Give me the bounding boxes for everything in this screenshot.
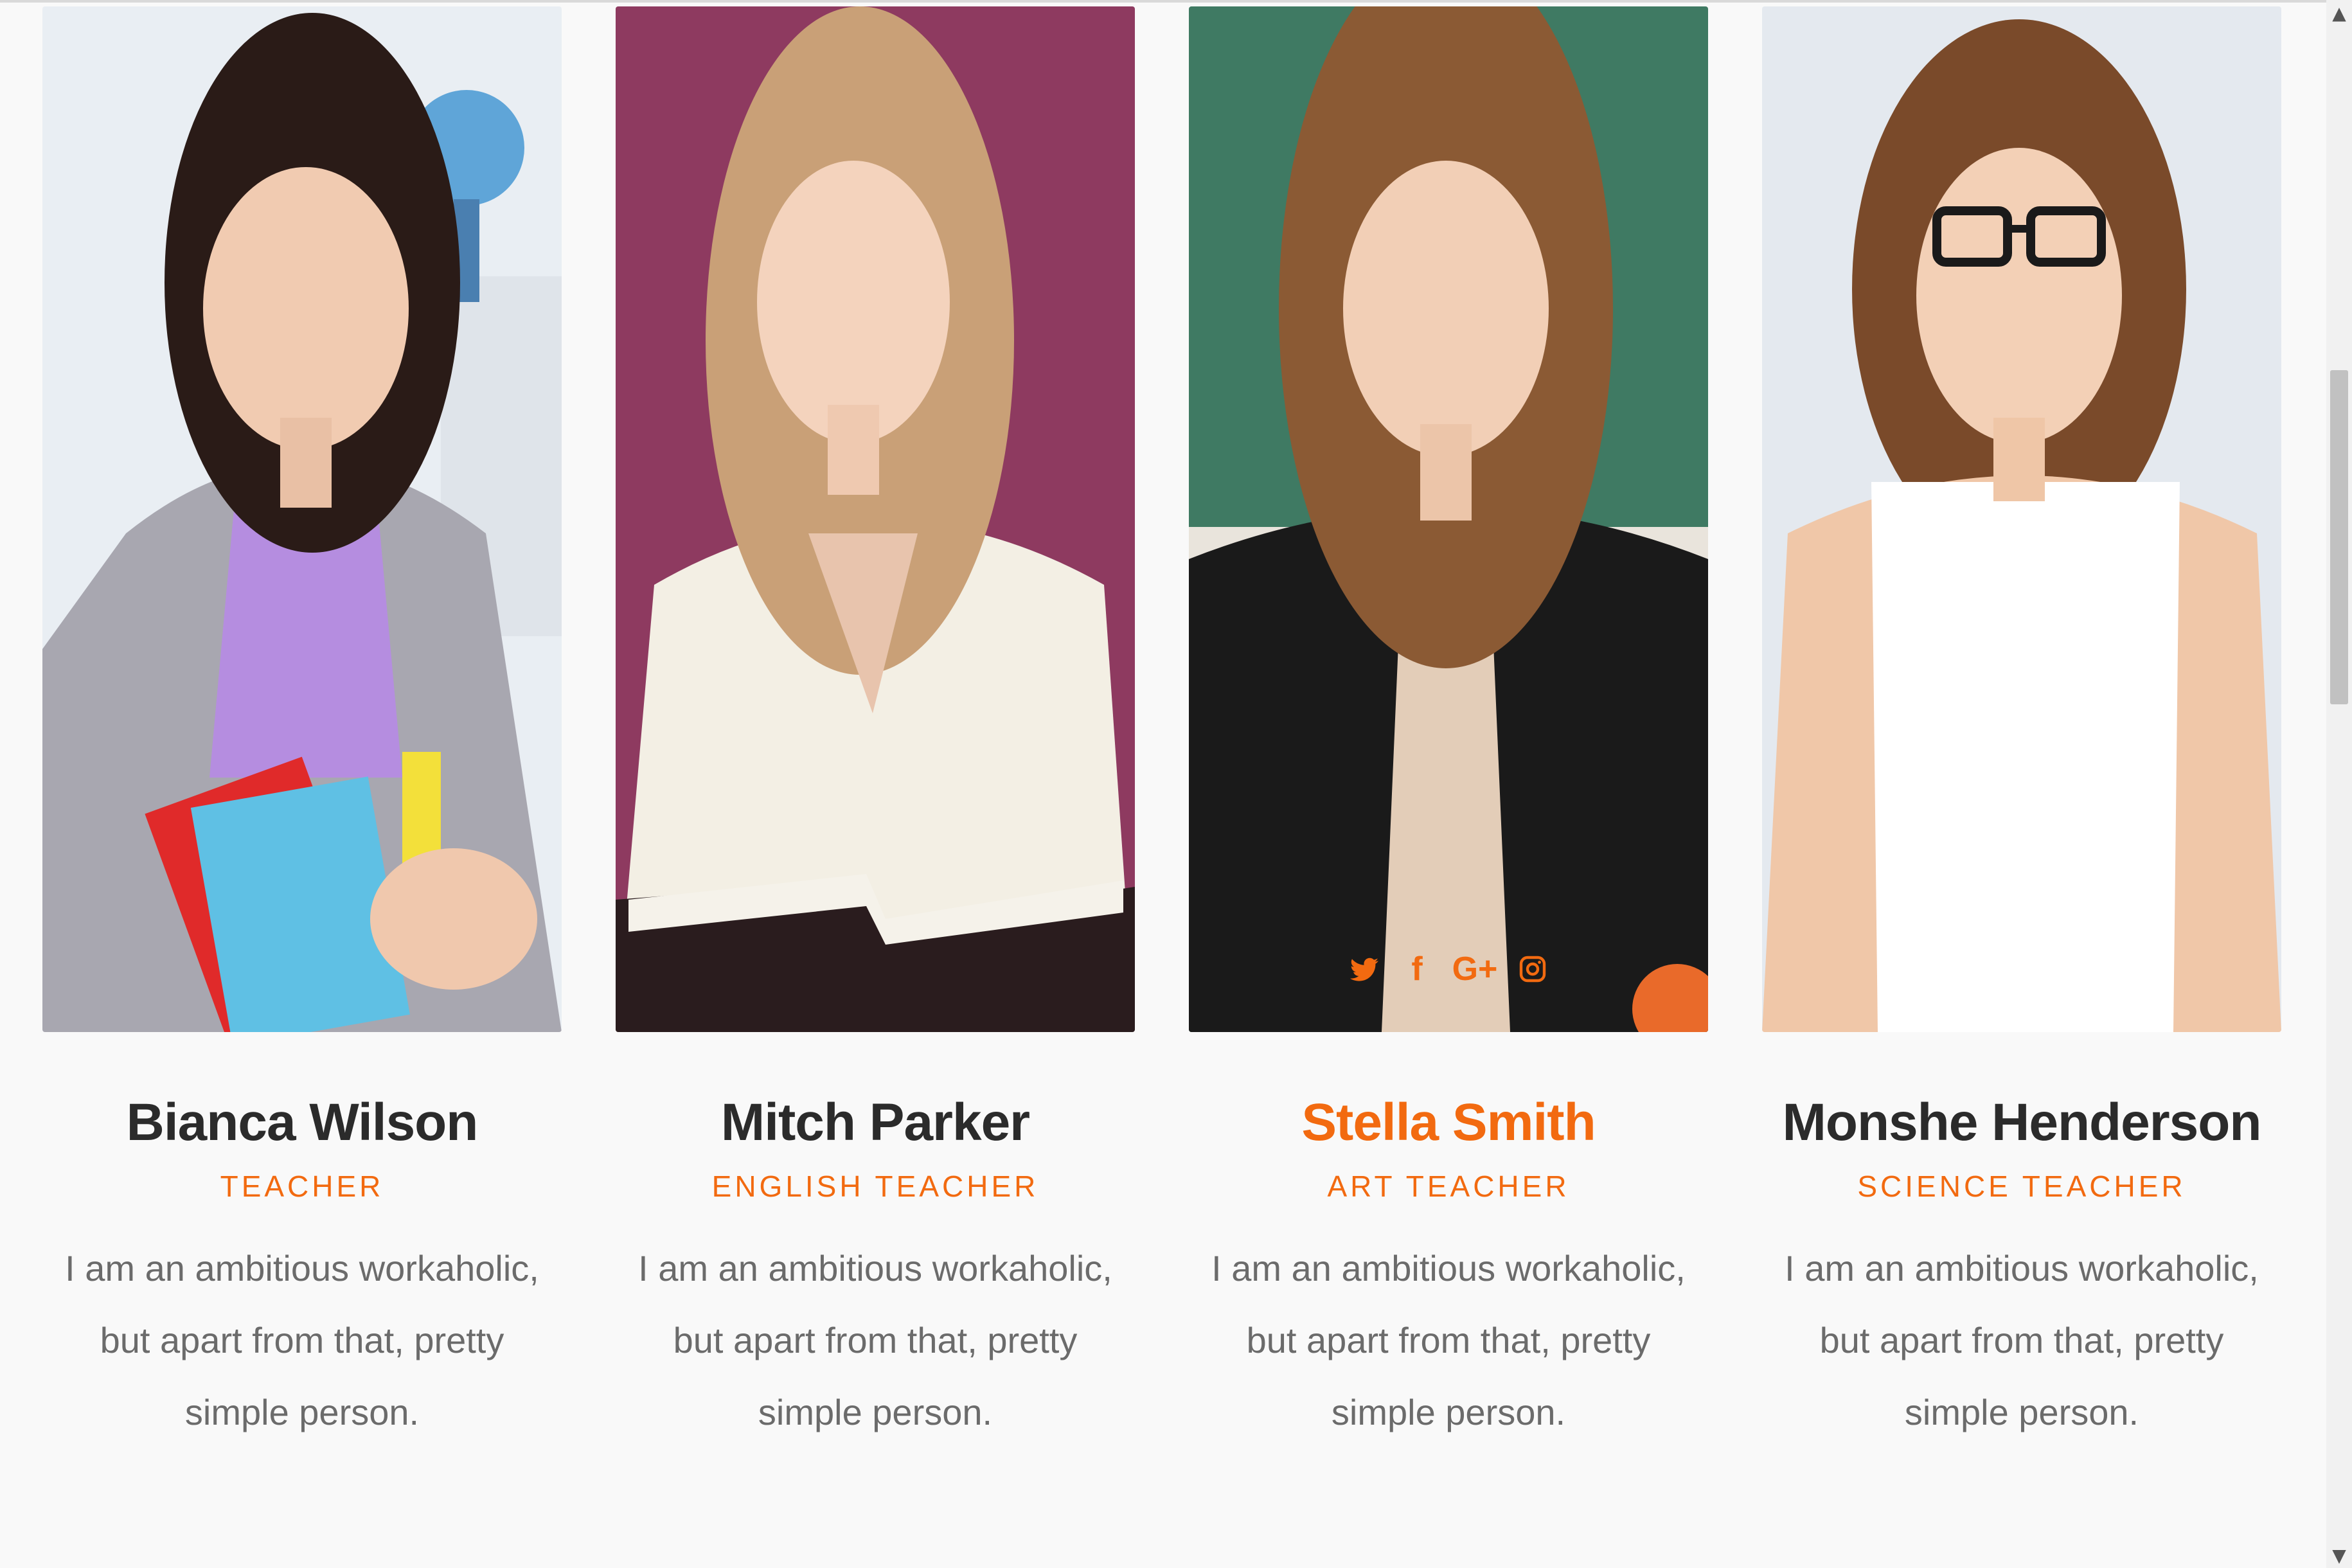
teacher-bio: I am an ambitious workaholic, but apart … — [65, 1248, 539, 1432]
scroll-up-button[interactable]: ▲ — [2326, 0, 2352, 26]
facebook-icon[interactable]: f — [1402, 951, 1432, 987]
teacher-photo-2 — [616, 6, 1135, 1032]
teacher-photo-icon — [1189, 6, 1708, 1032]
twitter-icon[interactable] — [1349, 951, 1380, 987]
team-section: Bianca Wilson TEACHER I am an ambitious … — [0, 0, 2326, 1568]
scroll-thumb[interactable] — [2330, 370, 2348, 704]
googleplus-icon[interactable]: G+ — [1452, 951, 1498, 987]
teacher-name[interactable]: Stella Smith — [1189, 1087, 1708, 1158]
teacher-card[interactable]: Mitch Parker ENGLISH TEACHER I am an amb… — [616, 6, 1135, 1448]
teacher-role: SCIENCE TEACHER — [1857, 1170, 2186, 1203]
teacher-card[interactable]: Bianca Wilson TEACHER I am an ambitious … — [42, 6, 562, 1448]
teacher-bio: I am an ambitious workaholic, but apart … — [1785, 1248, 2259, 1432]
teacher-bio: I am an ambitious workaholic, but apart … — [638, 1248, 1112, 1432]
teacher-card[interactable]: Monshe Henderson SCIENCE TEACHER I am an… — [1762, 6, 2281, 1448]
teacher-bio: I am an ambitious workaholic, but apart … — [1211, 1248, 1686, 1432]
teacher-card[interactable]: f G+ Stella Smith ART TEACHER I am an am… — [1189, 6, 1708, 1448]
vertical-scrollbar[interactable]: ▲ ▼ — [2326, 0, 2352, 1568]
instagram-icon[interactable] — [1517, 951, 1548, 987]
teacher-role: TEACHER — [220, 1170, 384, 1203]
teacher-photo-icon — [42, 6, 562, 1032]
teacher-name[interactable]: Mitch Parker — [616, 1087, 1135, 1158]
teacher-role: ENGLISH TEACHER — [711, 1170, 1039, 1203]
teacher-name[interactable]: Monshe Henderson — [1762, 1087, 2281, 1158]
teacher-photo-1 — [42, 6, 562, 1032]
teacher-photo-icon — [1762, 6, 2281, 1032]
teacher-name[interactable]: Bianca Wilson — [42, 1087, 562, 1158]
teacher-photo-3: f G+ — [1189, 6, 1708, 1032]
scroll-down-button[interactable]: ▼ — [2326, 1542, 2352, 1568]
teacher-photo-icon — [616, 6, 1135, 1032]
teacher-role: ART TEACHER — [1327, 1170, 1570, 1203]
teacher-photo-4 — [1762, 6, 2281, 1032]
social-links: f G+ — [1189, 951, 1708, 987]
